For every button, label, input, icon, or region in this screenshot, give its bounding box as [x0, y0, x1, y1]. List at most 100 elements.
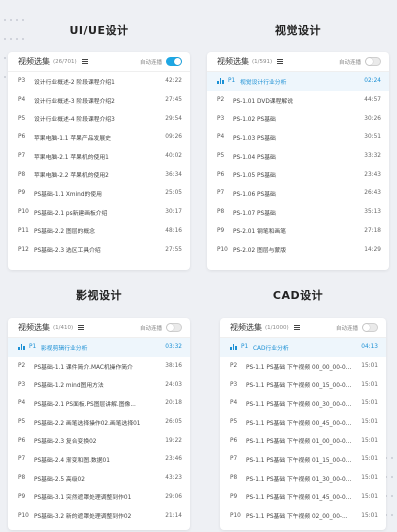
item-title: PS基础-3.1 突然遮罩处理调整到作01 — [34, 495, 132, 502]
item-number: P8 — [18, 475, 26, 482]
autoplay-label: 自动连播 — [139, 325, 162, 332]
item-number: P7 — [217, 190, 225, 197]
playlist-item[interactable]: P3 设计行业概述-2 阶段课程介绍1 42:22 — [8, 72, 190, 91]
playlist-item-active[interactable]: P1 CAD行业分析 04:13 — [220, 338, 386, 357]
item-duration: 44:57 — [364, 97, 381, 104]
item-title: 苹果电脑-2.1 苹果机的使用1 — [34, 154, 109, 161]
item-title: 影视剪辑行业分析 — [41, 345, 88, 352]
item-duration: 15:01 — [361, 381, 378, 388]
item-duration: 38:16 — [165, 363, 182, 370]
item-duration: 20:18 — [165, 400, 182, 407]
section-title: UI/UE设计 — [69, 24, 129, 37]
playlist-item[interactable]: P3 PS基础-1.2 mind图用方法 24:03 — [8, 375, 190, 394]
item-title: 设计行业概述-4 阶段课程介绍3 — [34, 117, 115, 124]
item-title: 视觉设计行业分析 — [240, 79, 287, 86]
playlist-item[interactable]: P10 PS基础-3.2 新的遮罩处理调整到作02 21:14 — [8, 506, 190, 525]
item-title: 设计行业概述-3 阶段课程介绍2 — [34, 98, 115, 105]
item-duration: 02:24 — [364, 78, 381, 85]
playlist-item-active[interactable]: P1 影视剪辑行业分析 03:32 — [8, 338, 190, 357]
playlist-title: 视频选集 — [217, 57, 249, 66]
autoplay-toggle[interactable] — [166, 57, 182, 66]
playlist-item[interactable]: P8 PS-1.07 PS基础 35:13 — [207, 203, 389, 222]
playlist-item[interactable]: P2 PS-1.1 PS基础 下午视频 00_00_00-0... 15:01 — [220, 357, 386, 376]
playlist-item[interactable]: P8 PS-1.1 PS基础 下午视频 01_30_00-0... 15:01 — [220, 469, 386, 488]
item-duration: 15:01 — [361, 400, 378, 407]
playlist-item[interactable]: P7 PS-1.06 PS基础 26:43 — [207, 184, 389, 203]
item-number: P8 — [18, 171, 26, 178]
playlist-item[interactable]: P7 PS基础-2.4 渐变和图.数据01 23:46 — [8, 450, 190, 469]
autoplay-toggle[interactable] — [166, 323, 182, 332]
playlist-item[interactable]: P5 PS-1.1 PS基础 下午视频 00_45_00-0... 15:01 — [220, 413, 386, 432]
autoplay-toggle[interactable] — [362, 323, 378, 332]
playlist-item[interactable]: P12 PS基础-2.3 选区工具介绍 27:55 — [8, 240, 190, 259]
playlist-item[interactable]: P9 PS-1.1 PS基础 下午视频 01_45_00-0... 15:01 — [220, 488, 386, 507]
list-view-icon[interactable] — [277, 59, 284, 64]
playlist-item[interactable]: P3 PS-1.02 PS基础 30:26 — [207, 109, 389, 128]
item-duration: 09:26 — [165, 134, 182, 141]
playlist-item[interactable]: P2 PS-1.01 DVD课程解说 44:57 — [207, 91, 389, 110]
item-title: PS基础-1.1 课件简介.MAC机操作简介 — [34, 364, 133, 371]
list-view-icon[interactable] — [293, 325, 300, 330]
playlist-item[interactable]: P10 PS-2.02 图层与蒙版 14:29 — [207, 240, 389, 259]
playlist-item[interactable]: P8 苹果电脑-2.2 苹果机的使用2 36:34 — [8, 165, 190, 184]
item-number: P3 — [18, 78, 26, 85]
item-duration: 27:45 — [165, 97, 182, 104]
playlist-item[interactable]: P9 PS-2.01 钢笔和画笔 27:18 — [207, 222, 389, 241]
item-number: P12 — [18, 246, 29, 253]
playlist-item[interactable]: P10 PS基础-2.1 ps新建画板介绍 30:17 — [8, 203, 190, 222]
playlist-count: (1/1000) — [265, 324, 289, 331]
playlist-item[interactable]: P6 PS-1.05 PS基础 23:43 — [207, 165, 389, 184]
item-number: P5 — [217, 153, 225, 160]
autoplay-toggle[interactable] — [365, 57, 381, 66]
item-duration: 23:46 — [165, 456, 182, 463]
item-title: PS基础-2.3 复合变换02 — [34, 439, 97, 446]
playlist-item[interactable]: P7 PS-1.1 PS基础 下午视频 01_15_00-0... 15:01 — [220, 450, 386, 469]
item-title: PS基础-2.2 图层的概念 — [34, 229, 95, 236]
item-duration: 29:06 — [165, 493, 182, 500]
playlist-item[interactable]: P5 PS-1.04 PS基础 33:32 — [207, 147, 389, 166]
item-title: PS基础-2.3 选区工具介绍 — [34, 248, 101, 255]
item-title: PS-1.1 PS基础 下午视频 01_00_00-0... — [246, 439, 352, 446]
playlist-item[interactable]: P2 PS基础-1.1 课件简介.MAC机操作简介 38:16 — [8, 357, 190, 376]
item-number: P10 — [230, 512, 241, 519]
item-duration: 19:22 — [165, 437, 182, 444]
playlist-item[interactable]: P5 PS基础-2.2 画笔选择操作02.画笔选择01 26:05 — [8, 413, 190, 432]
item-number: P8 — [230, 475, 238, 482]
playlist-item[interactable]: P8 PS基础-2.5 高级02 43:23 — [8, 469, 190, 488]
playlist-item[interactable]: P9 PS基础-3.1 突然遮罩处理调整到作01 29:06 — [8, 488, 190, 507]
item-number: P6 — [18, 134, 26, 141]
playlist-item[interactable]: P7 苹果电脑-2.1 苹果机的使用1 40:02 — [8, 147, 190, 166]
section-title: 影视设计 — [76, 289, 122, 302]
playlist-item[interactable]: P5 设计行业概述-4 阶段课程介绍3 29:54 — [8, 109, 190, 128]
list-view-icon[interactable] — [81, 59, 88, 64]
playlist-count: (26/701) — [53, 58, 77, 65]
section-title: 视觉设计 — [275, 24, 321, 37]
item-duration: 27:55 — [165, 246, 182, 253]
playlist-item[interactable]: P3 PS-1.1 PS基础 下午视频 00_15_00-0... 15:01 — [220, 375, 386, 394]
item-title: PS基础-2.4 渐变和图.数据01 — [34, 457, 110, 464]
item-title: PS-1.1 PS基础 下午视频 01_15_00-0... — [246, 457, 352, 464]
playlist-item[interactable]: P6 PS-1.1 PS基础 下午视频 01_00_00-0... 15:01 — [220, 431, 386, 450]
playlist-item[interactable]: P4 设计行业概述-3 阶段课程介绍2 27:45 — [8, 91, 190, 110]
item-title: PS-1.05 PS基础 — [233, 173, 276, 180]
playlist-item-active[interactable]: P1 视觉设计行业分析 02:24 — [207, 72, 389, 91]
item-title: PS-1.07 PS基础 — [233, 210, 276, 217]
playing-icon — [230, 344, 238, 351]
playlist-item[interactable]: P9 PS基础-1.1 Xmind的使用 25:05 — [8, 184, 190, 203]
playlist-item[interactable]: P4 PS-1.1 PS基础 下午视频 00_30_00-0... 15:01 — [220, 394, 386, 413]
item-title: PS-2.01 钢笔和画笔 — [233, 229, 287, 236]
playlist-item[interactable]: P11 PS基础-2.2 图层的概念 48:16 — [8, 222, 190, 241]
item-duration: 15:01 — [361, 475, 378, 482]
playlist-item[interactable]: P4 PS-1.03 PS基础 30:51 — [207, 128, 389, 147]
playlist-item[interactable]: P4 PS基础-2.1 PS面板.PS图层讲解.图像... 20:18 — [8, 394, 190, 413]
item-title: 苹果电脑-2.2 苹果机的使用2 — [34, 173, 109, 180]
playlist-header: 视频选集 (1/1000) 自动连播 — [220, 318, 386, 338]
playlist-item[interactable]: P10 PS-1.1 PS基础 下午视频 02_00_00-... 15:01 — [220, 506, 386, 525]
list-view-icon[interactable] — [78, 325, 85, 330]
item-number: P2 — [230, 363, 238, 370]
item-number: P4 — [18, 400, 26, 407]
item-title: PS基础-3.2 新的遮罩处理调整到作02 — [34, 514, 132, 521]
playlist-item[interactable]: P6 PS基础-2.3 复合变换02 19:22 — [8, 431, 190, 450]
playlist-item[interactable]: P6 苹果电脑-1.1 苹果产品发展史 09:26 — [8, 128, 190, 147]
item-number: P2 — [18, 363, 26, 370]
